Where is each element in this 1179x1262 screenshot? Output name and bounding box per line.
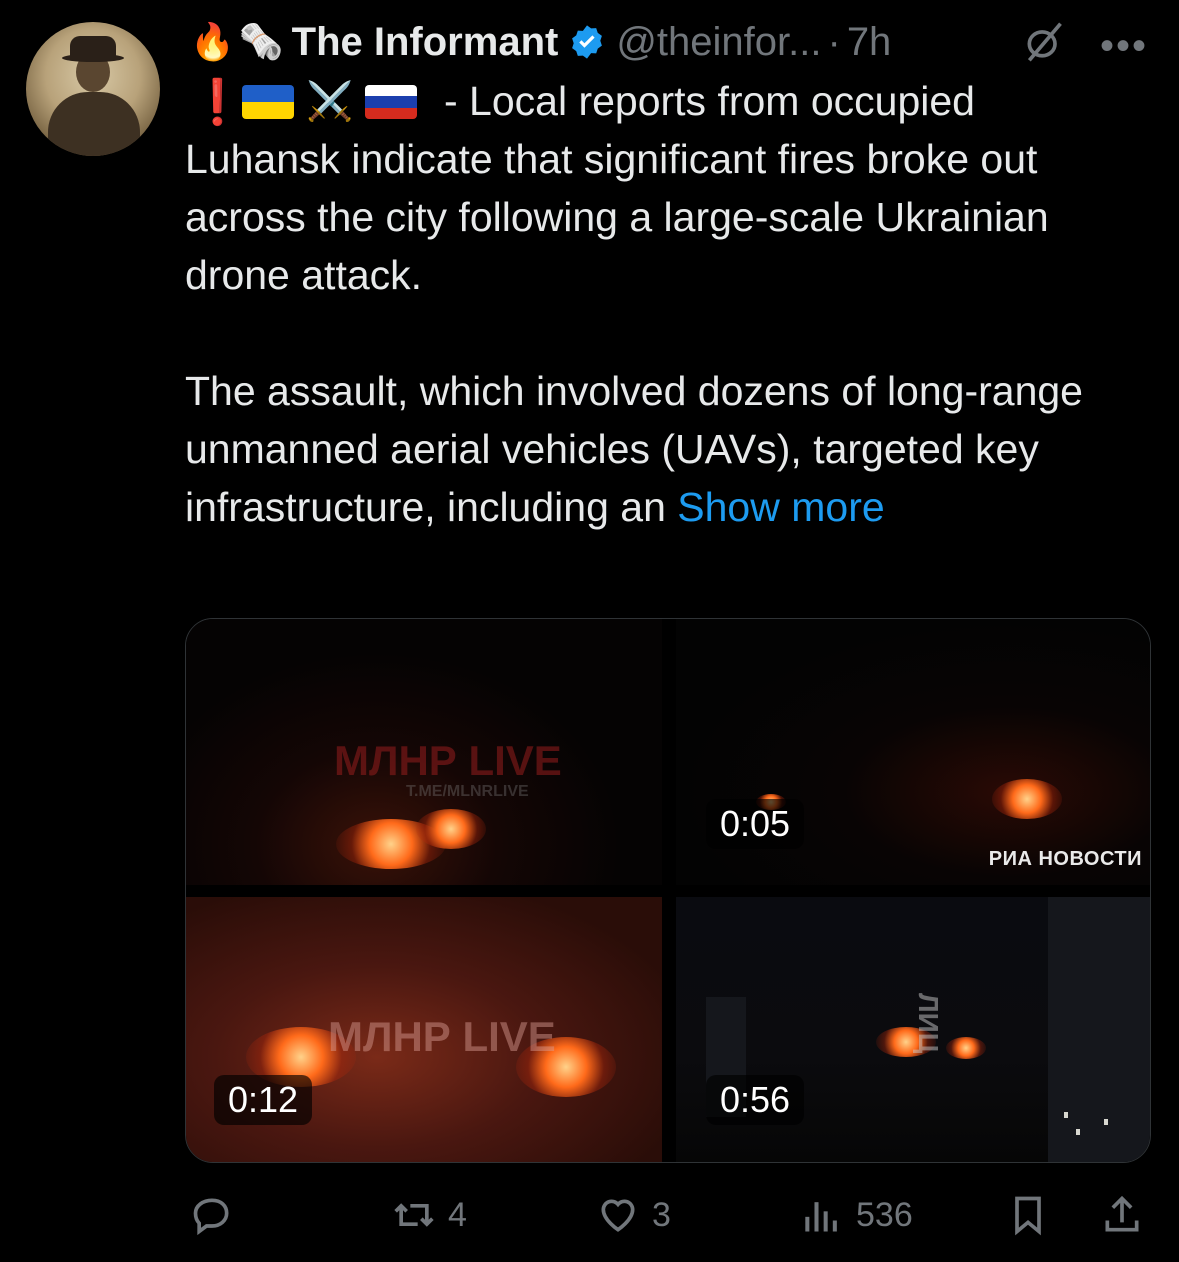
watermark-mlnr-live: МЛНР LIVE [328, 1013, 556, 1060]
views-button[interactable]: 536 [800, 1188, 913, 1242]
ukraine-flag-icon [242, 85, 294, 119]
share-icon [1105, 1195, 1139, 1232]
post-emoji-line: ❗ ⚔️ [190, 76, 429, 128]
post-header: 🔥 🗞️ The Informant @theinfor... · 7h [190, 16, 891, 68]
reply-icon [193, 1198, 229, 1236]
repost-count: 4 [448, 1195, 467, 1234]
views-chart-icon [805, 1202, 837, 1232]
post-text-line1: - Local reports from occupied [444, 78, 975, 124]
repost-icon [394, 1203, 434, 1227]
fire-glow [416, 809, 486, 849]
more-options-icon[interactable]: ••• [1100, 24, 1148, 69]
watermark-lic: ЛИЦ [913, 993, 944, 1054]
repost-button[interactable]: 4 [392, 1188, 467, 1242]
newspaper-emoji: 🗞️ [238, 21, 284, 62]
video-tile-4[interactable]: ЛИЦ 0:56 [676, 897, 1150, 1162]
author-name[interactable]: The Informant [292, 20, 559, 65]
fire-glow [992, 779, 1062, 819]
author-handle[interactable]: @theinfor... [616, 20, 821, 65]
like-button[interactable]: 3 [596, 1188, 671, 1242]
building-silhouette [1048, 897, 1150, 1162]
action-bar: 4 3 536 [0, 1188, 1179, 1242]
reply-button[interactable] [190, 1188, 246, 1242]
bookmark-icon [1015, 1196, 1041, 1236]
watermark-mlnr-url: T.ME/MLNRLIVE [406, 783, 529, 800]
author-avatar[interactable] [26, 22, 160, 156]
share-button[interactable] [1100, 1188, 1144, 1242]
fire-emoji: 🔥 [190, 21, 235, 62]
post-text-paragraph2: The assault, which involved dozens of lo… [185, 362, 1155, 536]
post-text-paragraph1: Luhansk indicate that significant fires … [185, 136, 1049, 298]
show-more-link[interactable]: Show more [677, 484, 884, 530]
watermark-mlnr-live: МЛНР LIVE [334, 737, 562, 784]
video-tile-1[interactable]: МЛНР LIVE T.ME/MLNRLIVE [186, 619, 662, 885]
video-duration: 0:12 [214, 1075, 313, 1125]
fire-glow [946, 1037, 986, 1059]
avatar-figure-body [48, 92, 140, 156]
views-count: 536 [856, 1195, 913, 1234]
watermark-ria-novosti: РИА НОВОСТИ [988, 848, 1142, 870]
video-duration: 0:05 [706, 799, 805, 849]
video-tile-3[interactable]: МЛНР LIVE 0:12 [186, 897, 662, 1162]
lit-window [1076, 1129, 1080, 1135]
media-grid: МЛНР LIVE T.ME/MLNRLIVE 0:05 РИА НОВОСТИ… [185, 618, 1151, 1163]
exclamation-emoji: ❗ [190, 78, 245, 127]
lit-window [1064, 1112, 1068, 1118]
header-separator: · [827, 19, 841, 64]
like-count: 3 [652, 1195, 671, 1234]
grok-icon[interactable] [1022, 20, 1066, 64]
verified-badge-icon [572, 25, 603, 59]
avatar-hat [70, 36, 116, 60]
post-text-paragraph2-content: The assault, which involved dozens of lo… [185, 368, 1083, 530]
lit-window [1104, 1119, 1108, 1125]
video-tile-2[interactable]: 0:05 РИА НОВОСТИ [676, 619, 1150, 885]
russia-flag-icon [365, 85, 418, 119]
video-duration: 0:56 [706, 1075, 805, 1125]
post-timestamp[interactable]: 7h [847, 20, 892, 65]
bookmark-button[interactable] [1006, 1188, 1050, 1242]
crossed-swords-emoji: ⚔️ [306, 81, 354, 123]
heart-icon [601, 1199, 635, 1232]
